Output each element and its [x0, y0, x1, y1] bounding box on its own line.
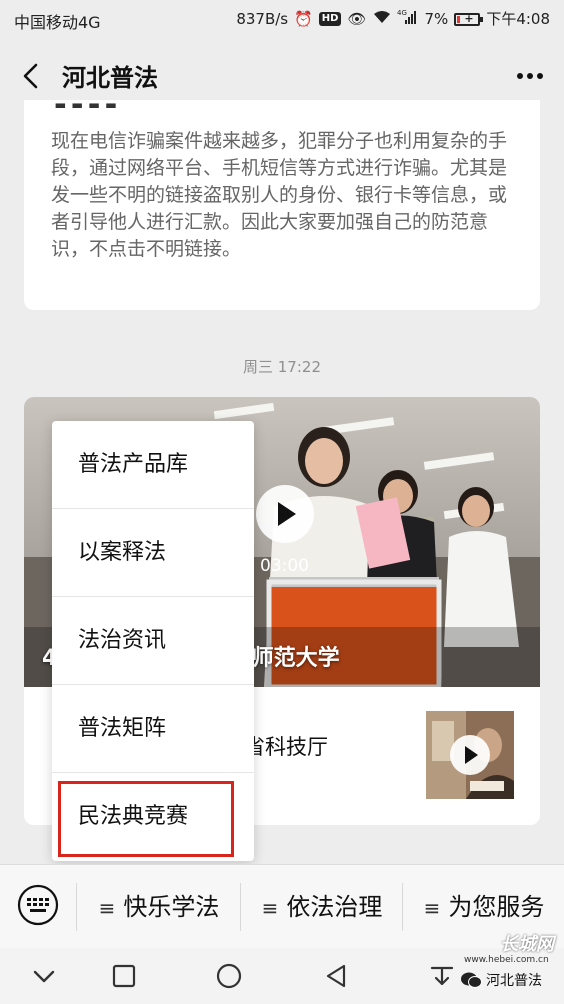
svg-text:4G: 4G — [397, 9, 407, 17]
list-icon: ≡ — [261, 896, 279, 920]
status-bar: 中国移动4G 837B/s ⏰ HD 👁 4G 7% + 下午4:08 — [0, 0, 564, 38]
home-icon[interactable] — [215, 962, 243, 990]
wechat-icon — [461, 972, 482, 988]
carrier-label: 中国移动4G — [14, 13, 101, 32]
article-heading-fragment: ▪▪▪▪ — [54, 100, 122, 108]
status-right: 837B/s ⏰ HD 👁 4G 7% + 下午4:08 — [236, 9, 550, 29]
more-dots-icon[interactable] — [514, 64, 546, 88]
eye-icon: 👁 — [347, 10, 367, 28]
signal-icon: 4G — [397, 9, 419, 29]
clock-time: 下午4:08 — [486, 10, 550, 28]
play-icon[interactable] — [450, 735, 490, 775]
highlight-annotation — [58, 781, 234, 857]
recent-apps-icon[interactable] — [110, 962, 138, 990]
menu-item-legal-news[interactable]: 法治资讯 — [52, 597, 254, 685]
menu-item-matrix[interactable]: 普法矩阵 — [52, 685, 254, 773]
video-list-thumbnail[interactable] — [426, 711, 514, 799]
alarm-icon: ⏰ — [294, 10, 313, 28]
divider — [76, 883, 77, 931]
message-timestamp: 周三 17:22 — [243, 358, 321, 376]
network-speed: 837B/s — [236, 10, 289, 28]
keyboard-icon[interactable] — [16, 883, 60, 927]
menu-tab-governance[interactable]: ≡ 依法治理 — [242, 865, 402, 949]
menu-tab-label: 依法治理 — [286, 893, 383, 921]
site-watermark: 长城网 — [500, 934, 554, 955]
divider — [240, 883, 241, 931]
battery-icon: + — [454, 12, 484, 26]
play-icon[interactable] — [256, 485, 314, 543]
video-duration: 03:00 — [260, 556, 309, 576]
back-triangle-icon[interactable] — [322, 962, 350, 990]
chevron-left-icon[interactable] — [18, 62, 46, 90]
site-url-watermark: www.hebei.com.cn — [464, 955, 549, 965]
video-list-item-title: 省科技厅 — [244, 735, 328, 759]
article-card[interactable]: ▪▪▪▪ 现在电信诈骗案件越来越多，犯罪分子也利用复杂的手段，通过网络平台、手机… — [24, 100, 540, 310]
notification-pull-icon[interactable] — [428, 962, 456, 990]
menu-tab-label: 快乐学法 — [123, 893, 220, 921]
divider — [402, 883, 403, 931]
account-watermark: 河北普法 — [460, 970, 542, 990]
official-account-menu-bar: ≡ 快乐学法 ≡ 依法治理 ≡ 为您服务 — [0, 864, 564, 948]
menu-item-product-library[interactable]: 普法产品库 — [52, 421, 254, 509]
page-title: 河北普法 — [62, 64, 158, 92]
menu-item-case-law[interactable]: 以案释法 — [52, 509, 254, 597]
account-name: 河北普法 — [486, 973, 542, 989]
hd-badge: HD — [318, 12, 342, 26]
menu-tab-label: 为您服务 — [448, 893, 545, 921]
menu-tab-learn-law[interactable]: ≡ 快乐学法 — [78, 865, 240, 949]
chevron-down-icon[interactable] — [30, 962, 58, 990]
battery-percent: 7% — [424, 10, 449, 28]
article-summary: 现在电信诈骗案件越来越多，犯罪分子也利用复杂的手段，通过网络平台、手机短信等方式… — [51, 130, 508, 260]
list-icon: ≡ — [423, 896, 441, 920]
wifi-icon — [373, 10, 391, 28]
list-icon: ≡ — [98, 896, 116, 920]
